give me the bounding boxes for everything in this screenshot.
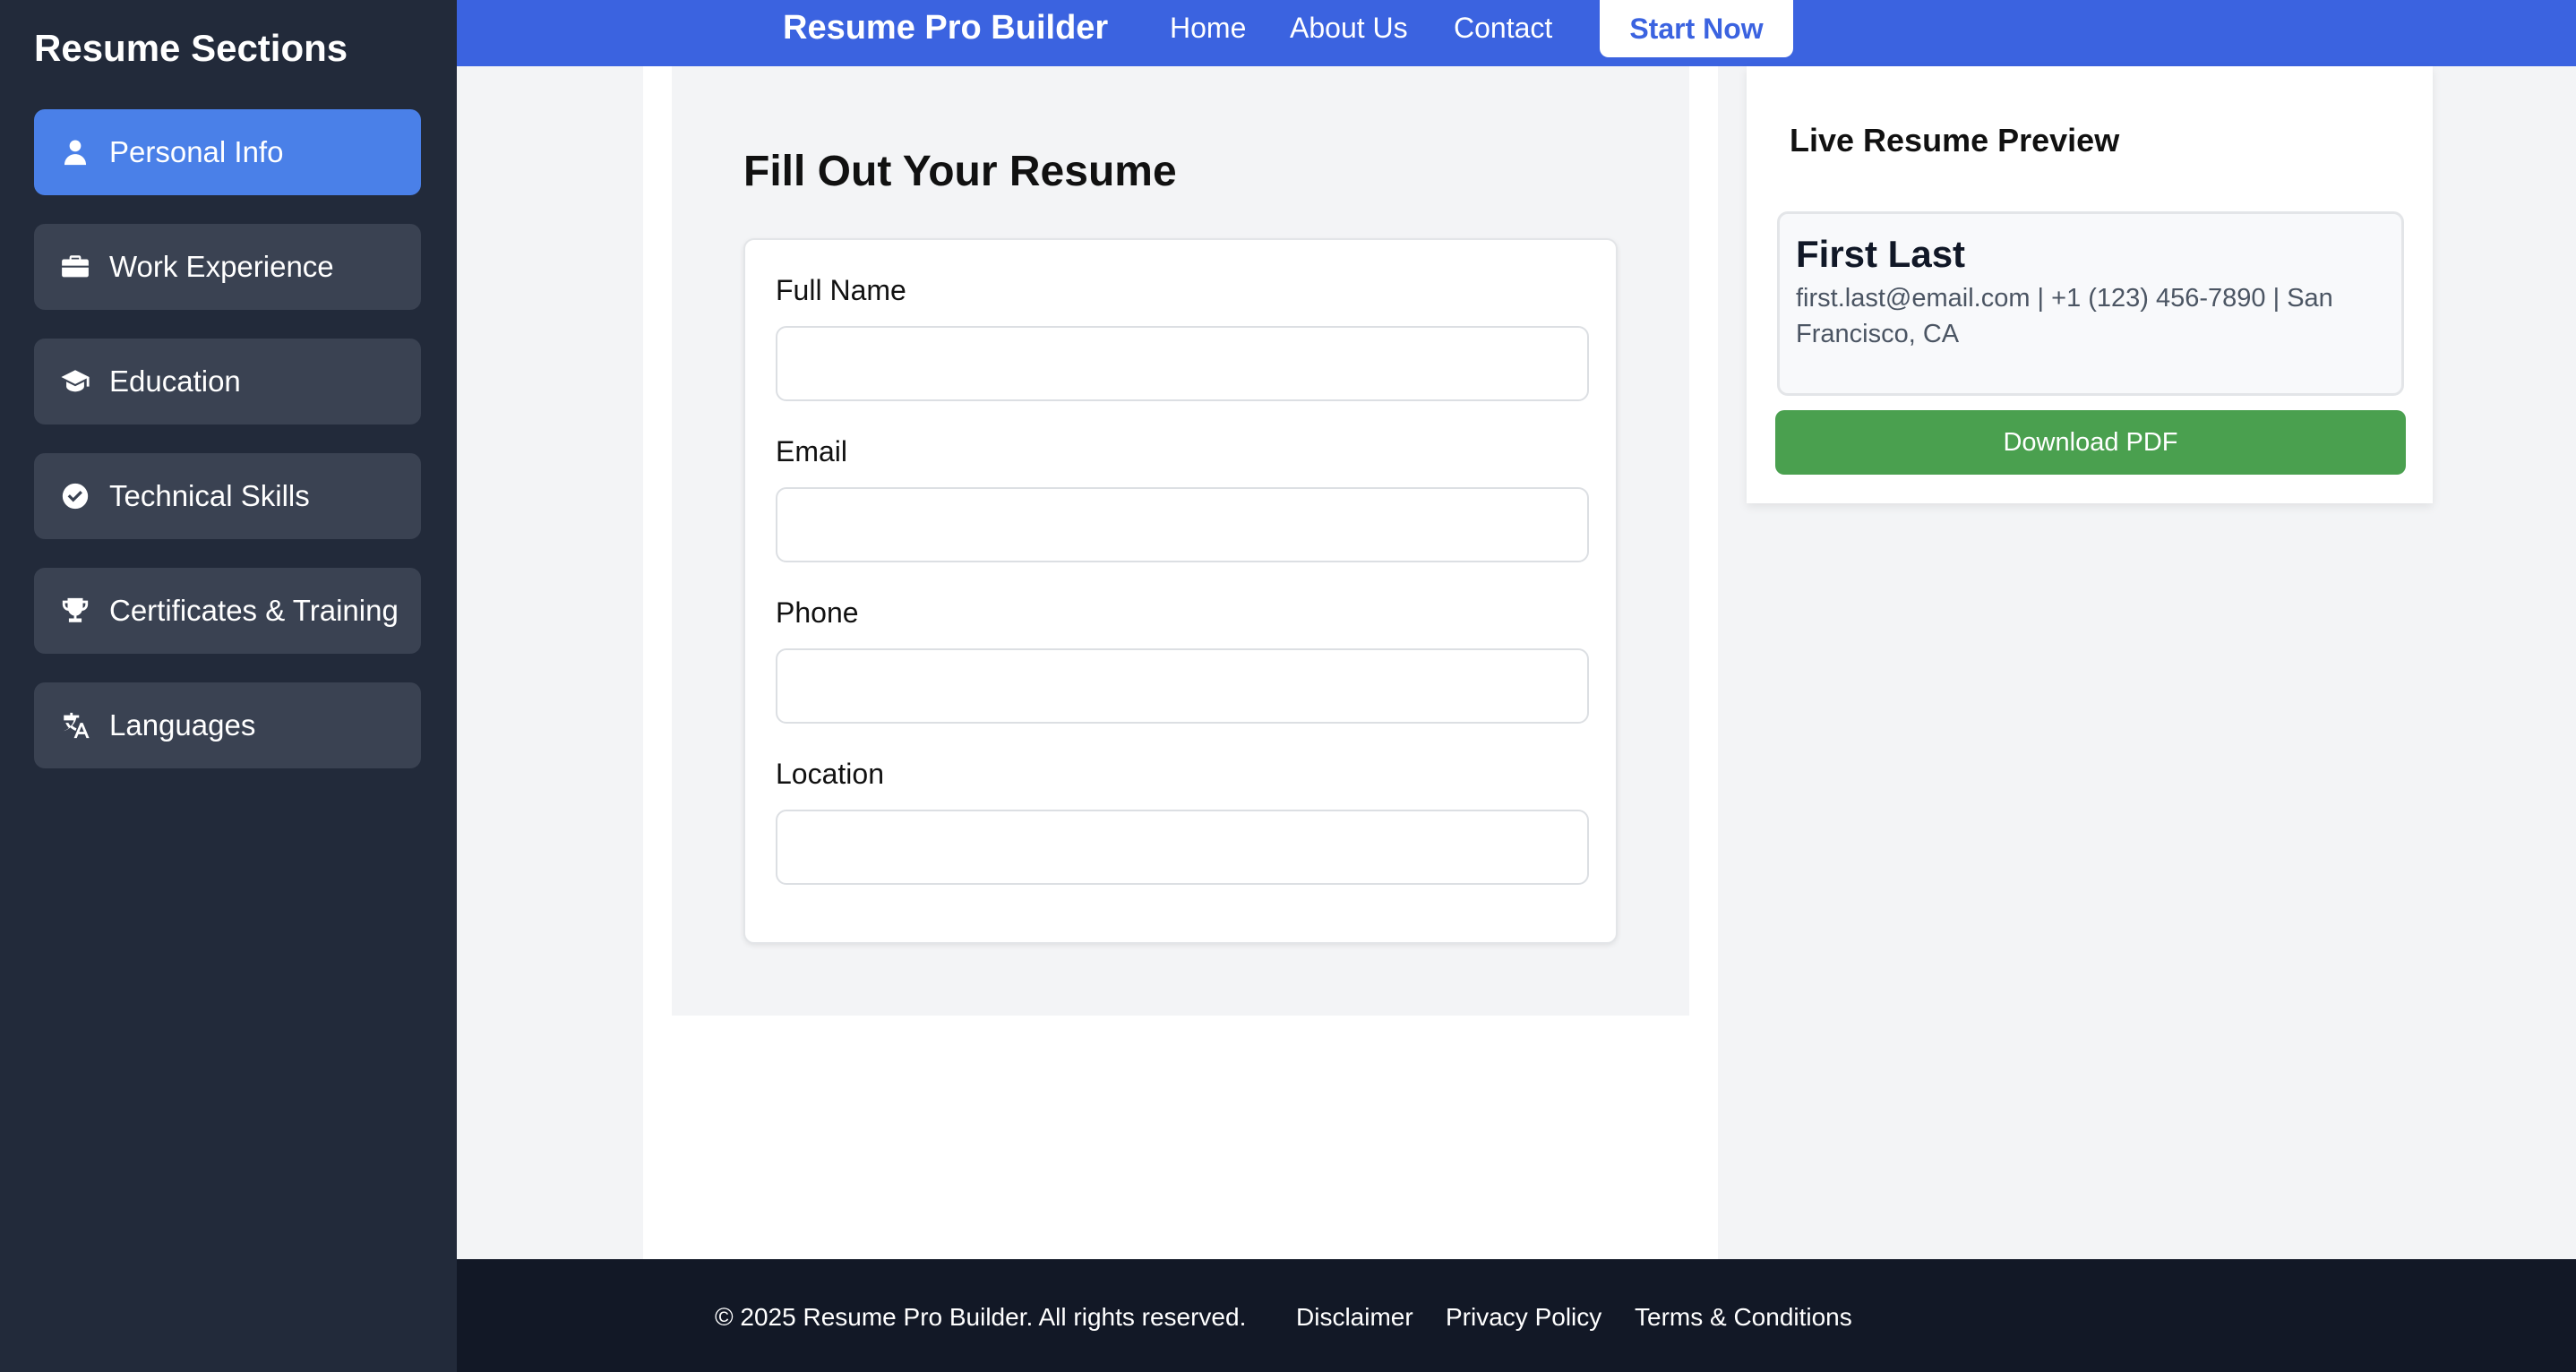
sidebar-item-education[interactable]: Education bbox=[34, 339, 421, 424]
briefcase-icon bbox=[59, 251, 91, 283]
preview-contact-line: Francisco, CA bbox=[1796, 320, 1960, 348]
sidebar-item-work-experience[interactable]: Work Experience bbox=[34, 224, 421, 310]
personal-info-form: Full Name Email Phone Location bbox=[743, 238, 1618, 944]
nav-contact-link[interactable]: Contact bbox=[1454, 9, 1552, 47]
preview-contact-line: first.last@email.com | +1 (123) 456-7890… bbox=[1796, 284, 2333, 313]
nav-about-link[interactable]: About Us bbox=[1290, 9, 1408, 47]
sidebar-item-label: Work Experience bbox=[109, 250, 334, 283]
resume-preview-card: First Last first.last@email.com | +1 (12… bbox=[1777, 211, 2404, 396]
sidebar: Resume Sections Personal Info Work Exper… bbox=[0, 0, 457, 1372]
trophy-icon bbox=[59, 595, 91, 627]
graduation-cap-icon bbox=[59, 365, 91, 398]
top-navbar: Resume Pro Builder Home About Us Contact… bbox=[457, 0, 2576, 66]
start-now-button[interactable]: Start Now bbox=[1600, 0, 1793, 57]
user-icon bbox=[59, 136, 91, 168]
sidebar-item-label: Personal Info bbox=[109, 135, 284, 168]
sidebar-item-label: Languages bbox=[109, 708, 256, 742]
phone-label: Phone bbox=[776, 596, 859, 629]
sidebar-item-label: Education bbox=[109, 364, 241, 398]
preview-name: First Last bbox=[1796, 233, 1966, 275]
location-label: Location bbox=[776, 758, 884, 790]
sidebar-item-technical-skills[interactable]: Technical Skills bbox=[34, 453, 421, 539]
check-circle-icon bbox=[59, 480, 91, 512]
email-input[interactable] bbox=[776, 487, 1589, 562]
sidebar-item-label: Technical Skills bbox=[109, 479, 310, 512]
sidebar-title: Resume Sections bbox=[34, 27, 348, 69]
translate-icon bbox=[59, 709, 91, 742]
sidebar-item-label: Certificates & Training bbox=[109, 594, 399, 627]
email-label: Email bbox=[776, 435, 848, 467]
sidebar-item-personal-info[interactable]: Personal Info bbox=[34, 109, 421, 195]
footer-terms-link[interactable]: Terms & Conditions bbox=[1635, 1302, 1852, 1333]
form-title: Fill Out Your Resume bbox=[743, 148, 1177, 195]
sidebar-item-languages[interactable]: Languages bbox=[34, 682, 421, 768]
footer-disclaimer-link[interactable]: Disclaimer bbox=[1296, 1302, 1413, 1333]
location-input[interactable] bbox=[776, 810, 1589, 885]
brand-logo-text[interactable]: Resume Pro Builder bbox=[783, 7, 1108, 48]
footer-copyright: © 2025 Resume Pro Builder. All rights re… bbox=[715, 1303, 1247, 1331]
sidebar-item-certificates[interactable]: Certificates & Training bbox=[34, 568, 421, 654]
nav-home-link[interactable]: Home bbox=[1170, 9, 1246, 47]
full-name-input[interactable] bbox=[776, 326, 1589, 401]
preview-contact: first.last@email.com | +1 (123) 456-7890… bbox=[1796, 280, 2385, 352]
footer: © 2025 Resume Pro Builder. All rights re… bbox=[457, 1259, 2576, 1372]
download-pdf-button[interactable]: Download PDF bbox=[1775, 410, 2406, 475]
live-preview-panel: Live Resume Preview First Last first.las… bbox=[1747, 66, 2433, 503]
preview-title: Live Resume Preview bbox=[1790, 122, 2120, 159]
phone-input[interactable] bbox=[776, 648, 1589, 724]
full-name-label: Full Name bbox=[776, 274, 906, 306]
sidebar-list: Personal Info Work Experience Education … bbox=[34, 109, 421, 797]
footer-privacy-link[interactable]: Privacy Policy bbox=[1446, 1302, 1601, 1333]
